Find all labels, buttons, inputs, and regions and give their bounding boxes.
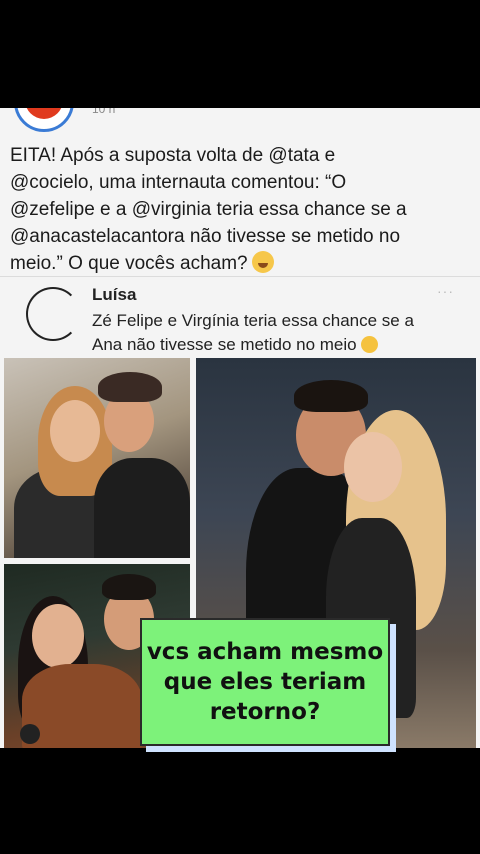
quoted-author-name: Luísa [92,285,137,304]
quoted-text: Zé Felipe e Virgínia teria essa chance s… [92,309,414,357]
overlay-line: que eles teriam [163,669,367,695]
quoted-avatar[interactable] [26,287,80,341]
couple-photo-1[interactable] [4,358,190,558]
more-options-icon[interactable]: ··· [437,283,454,299]
caption-line: @cocielo, uma internauta comentou: “O [10,172,347,193]
caption-line: @zefelipe e a @virginia teria essa chanc… [10,199,407,220]
quoted-text-line: Zé Felipe e Virgínia teria essa chance s… [92,311,414,330]
post-caption: EITA! Após a suposta volta de @tata e @c… [10,142,470,277]
overlay-line: vcs acham mesmo [146,639,384,665]
overlay-line: retorno? [209,699,321,725]
overlay-question-box: vcs acham mesmo que eles teriam retorno? [140,618,390,746]
smiling-face-icon [360,336,378,353]
overlay-question-text: vcs acham mesmo que eles teriam retorno? [147,637,383,727]
caption-line: EITA! Após a suposta volta de @tata e [10,145,336,166]
caption-line-last: meio.” O que vocês acham? [10,250,470,277]
quoted-tweet[interactable]: Luísa ··· Zé Felipe e Virgínia teria ess… [0,276,480,357]
post-timestamp: 10 h [92,108,116,116]
flushed-face-icon [251,251,274,273]
user-tag-icon[interactable] [20,724,40,744]
profile-avatar[interactable] [14,108,74,132]
quoted-text-line-last: Ana não tivesse se metido no meio [92,333,414,357]
caption-line: @anacastelacantora não tivesse se metido… [10,226,401,247]
